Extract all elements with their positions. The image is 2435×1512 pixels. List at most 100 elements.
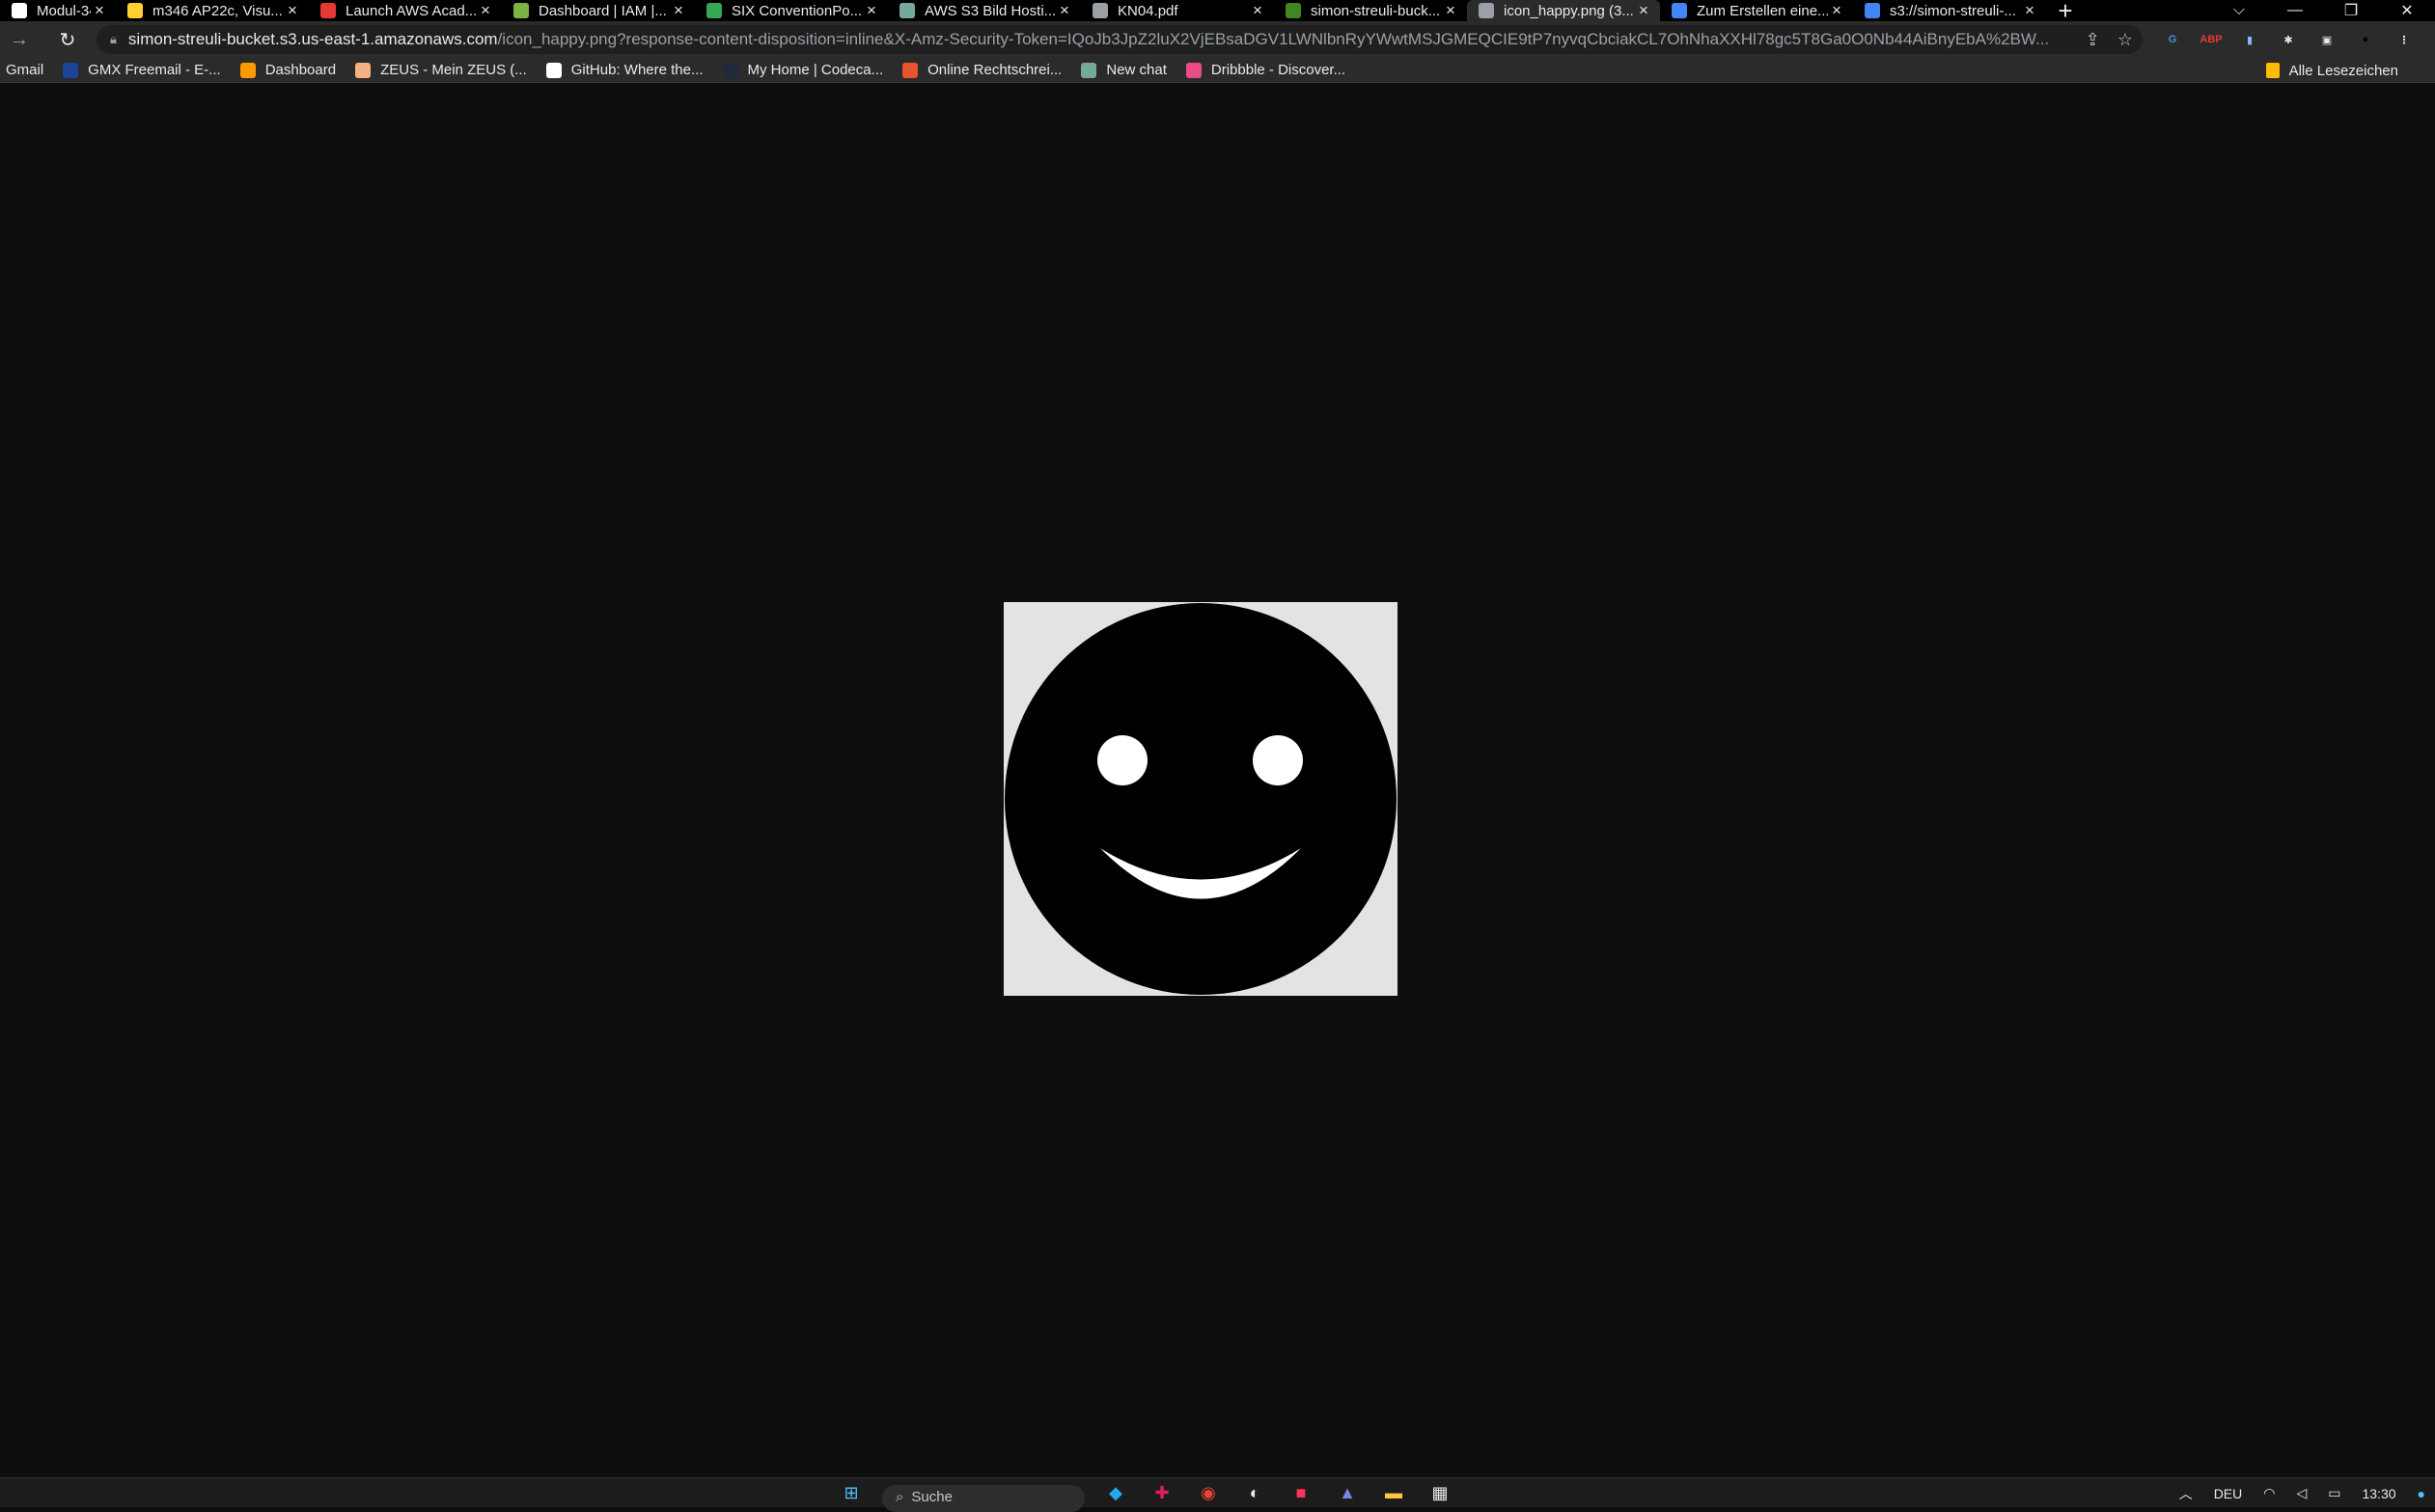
bookmark-item[interactable]: Online Rechtschrei... xyxy=(902,62,1062,78)
tab-6[interactable]: KN04.pdf × xyxy=(1081,0,1274,21)
tab-title: simon-streuli-buck... xyxy=(1311,2,1441,19)
clock[interactable]: 13:30 xyxy=(2362,1486,2395,1501)
bookmark-item[interactable]: GMX Freemail - E-... xyxy=(63,62,221,78)
tab-title: AWS S3 Bild Hosti... xyxy=(925,2,1056,19)
url-host: simon-streuli-bucket.s3.us-east-1.amazon… xyxy=(127,30,498,48)
tab-close-icon[interactable]: × xyxy=(1635,1,1652,20)
omnibox-actions: ⇪ ☆ xyxy=(2075,25,2133,54)
maps-pin-icon xyxy=(706,3,722,18)
tab-search-icon[interactable]: ⌵ xyxy=(2211,2,2267,19)
lock-icon[interactable]: 🔒︎ xyxy=(110,32,117,47)
tab-strip: Modul-346/KN03/...×m346 AP22c, Visu...×L… xyxy=(0,0,2435,23)
extensions-puzzle-icon[interactable]: ✱ xyxy=(2278,29,2299,50)
vscode-icon[interactable]: ◆ xyxy=(1100,1479,1131,1508)
file-explorer-icon[interactable]: ▬ xyxy=(1378,1479,1409,1508)
chrome-icon[interactable]: ◉ xyxy=(1193,1479,1224,1508)
tab-close-icon[interactable]: × xyxy=(1249,1,1266,20)
reload-icon: ↻ xyxy=(59,29,76,51)
calendar-app-icon[interactable]: ▦ xyxy=(1425,1479,1455,1508)
tab-close-icon[interactable]: × xyxy=(670,1,687,20)
github-desktop-icon[interactable]: ◐ xyxy=(1239,1479,1270,1508)
tab-1[interactable]: m346 AP22c, Visu... × xyxy=(116,0,309,21)
reload-button[interactable]: ↻ xyxy=(48,21,87,58)
language-indicator[interactable]: DEU xyxy=(2214,1486,2243,1501)
tab-close-icon[interactable]: × xyxy=(863,1,880,20)
dashboard-icon xyxy=(239,62,256,78)
bookmarks-bar: Gmail GMX Freemail - E-... Dashboard ZEUS -… xyxy=(0,58,2435,83)
bookmark-item[interactable]: ZEUS - Mein ZEUS (... xyxy=(355,62,527,78)
forward-button[interactable]: → xyxy=(0,21,39,58)
tab-9[interactable]: Zum Erstellen eine... × xyxy=(1660,0,1853,21)
bookmark-item[interactable]: Dribbble - Discover... xyxy=(1185,62,1346,78)
bookmark-item[interactable]: Gmail xyxy=(6,62,43,78)
new-tab-button[interactable]: + xyxy=(2046,0,2085,23)
tab-5[interactable]: AWS S3 Bild Hosti... × xyxy=(888,0,1081,21)
address-bar[interactable]: 🔒︎ simon-streuli-bucket.s3.us-east-1.ama… xyxy=(97,25,2143,54)
bookmark-item[interactable]: GitHub: Where the... xyxy=(545,62,704,78)
share-icon[interactable]: ⇪ xyxy=(2086,30,2100,50)
teams-icon[interactable]: ▲ xyxy=(1332,1479,1363,1508)
tab-close-icon[interactable]: × xyxy=(1828,1,1845,20)
github-icon xyxy=(12,3,27,18)
window-controls: ⌵ — ❐ ✕ xyxy=(2211,0,2435,21)
tab-close-icon[interactable]: × xyxy=(91,1,108,20)
bookmark-label: ZEUS - Mein ZEUS (... xyxy=(380,62,527,78)
s3-bucket-icon xyxy=(1286,3,1301,18)
taskbar-apps: ⊞ ⌕ Suche ◆ ✚ ◉ ◐ ■ ▲ ▬ ▦ xyxy=(836,1478,1455,1512)
browser-toolbar: → ↻ 🔒︎ simon-streuli-bucket.s3.us-east-1… xyxy=(0,21,2435,58)
tab-2[interactable]: Launch AWS Acad... × xyxy=(309,0,502,21)
tab-0[interactable]: Modul-346/KN03/...× xyxy=(0,0,116,21)
tab-close-icon[interactable]: × xyxy=(477,1,494,20)
tab-close-icon[interactable]: × xyxy=(1056,1,1073,20)
bookmark-label: GMX Freemail - E-... xyxy=(88,62,221,78)
tab-10[interactable]: s3://simon-streuli-... × xyxy=(1853,0,2046,21)
tab-title: KN04.pdf xyxy=(1118,2,1178,19)
tab-3[interactable]: Dashboard | IAM |... × xyxy=(502,0,695,21)
tab-title: m346 AP22c, Visu... xyxy=(152,2,283,19)
tab-close-icon[interactable]: × xyxy=(1442,1,1459,20)
close-window-icon[interactable]: ✕ xyxy=(2379,1,2435,20)
google-icon xyxy=(1672,3,1687,18)
tab-title: s3://simon-streuli-... xyxy=(1890,2,2016,19)
network-icon[interactable]: ◠ xyxy=(2263,1485,2275,1501)
restore-icon[interactable]: ❐ xyxy=(2323,1,2379,20)
bookmark-item[interactable]: My Home | Codeca... xyxy=(722,62,883,78)
tab-title: Dashboard | IAM |... xyxy=(539,2,667,19)
notes-extension-icon[interactable]: ▮ xyxy=(2239,29,2260,50)
adblock-plus-icon[interactable]: ABP xyxy=(2200,29,2222,50)
face-circle xyxy=(1005,603,1397,995)
system-tray: ︿ DEU ◠ ◁ ▭ 13:30 ● xyxy=(2179,1478,2425,1508)
notification-icon[interactable]: ● xyxy=(2418,1486,2425,1501)
codecademy-icon xyxy=(722,62,738,78)
tab-title: Launch AWS Acad... xyxy=(346,2,477,19)
tab-title: icon_happy.png (3... xyxy=(1504,2,1634,19)
bookmark-item[interactable]: Dashboard xyxy=(239,62,336,78)
minimize-icon[interactable]: — xyxy=(2267,2,2323,19)
slack-icon[interactable]: ✚ xyxy=(1147,1479,1177,1508)
folder-icon xyxy=(2265,63,2280,78)
tab-7[interactable]: simon-streuli-buck... × xyxy=(1274,0,1467,21)
battery-icon[interactable]: ▭ xyxy=(2328,1485,2340,1501)
volume-icon[interactable]: ◁ xyxy=(2296,1485,2307,1501)
tab-4[interactable]: SIX ConventionPo... × xyxy=(695,0,888,21)
more-menu-icon[interactable]: ⋮ xyxy=(2393,29,2415,50)
side-panel-icon[interactable]: ▣ xyxy=(2316,29,2338,50)
chevron-up-icon[interactable]: ︿ xyxy=(2179,1484,2193,1503)
start-menu-icon[interactable]: ⊞ xyxy=(836,1479,867,1508)
bookmark-label: Gmail xyxy=(6,62,44,78)
chatgpt-icon xyxy=(1081,62,1097,78)
all-bookmarks-folder[interactable]: Alle Lesezeichen xyxy=(2265,58,2398,83)
globe-icon xyxy=(1479,3,1494,18)
bookmark-label: Dribbble - Discover... xyxy=(1210,62,1346,78)
tab-8[interactable]: icon_happy.png (3... × xyxy=(1467,0,1660,21)
intellij-icon[interactable]: ■ xyxy=(1286,1479,1316,1508)
profile-avatar-icon[interactable]: ● xyxy=(2355,29,2376,50)
taskbar-search-box[interactable]: ⌕ Suche xyxy=(882,1484,1085,1512)
globe-icon xyxy=(1093,3,1108,18)
tab-close-icon[interactable]: × xyxy=(2021,1,2038,20)
image-viewer xyxy=(0,84,2435,1477)
bookmark-item[interactable]: New chat xyxy=(1081,62,1167,78)
go-extension-icon[interactable]: G xyxy=(2162,29,2183,50)
bookmark-star-icon[interactable]: ☆ xyxy=(2117,30,2133,50)
tab-close-icon[interactable]: × xyxy=(284,1,301,20)
